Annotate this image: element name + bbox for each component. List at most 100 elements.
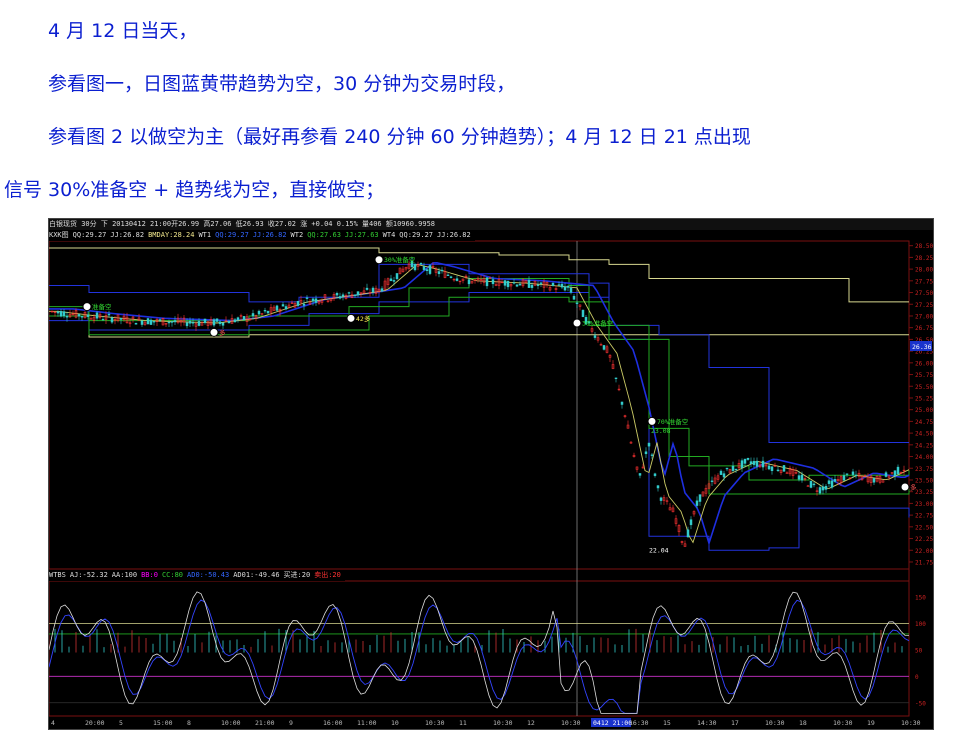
instruction-line-1: 4 月 12 日当天， <box>48 20 198 42</box>
signal-label-4: 30%准备空 <box>582 319 614 328</box>
candle-body <box>437 271 441 275</box>
legend-item: JJ:26.82 <box>437 231 471 239</box>
time-tick-label: 15 <box>663 719 671 727</box>
instruction-line-3: 参看图 2 以做空为主（最好再参看 240 分钟 60 分钟趋势）；4 月 12… <box>48 126 751 148</box>
price-tick-label: 25.25 <box>915 395 933 402</box>
candle-body <box>422 266 426 270</box>
time-tick-label: 11 <box>459 719 467 727</box>
candle-body <box>530 284 534 288</box>
blue-upper-band <box>49 263 909 443</box>
legend-item: KXK图 <box>49 231 69 239</box>
legend-item: AD0:-50.43 <box>187 571 230 579</box>
candle-body <box>812 483 816 486</box>
candle-body <box>800 474 804 481</box>
candle-body <box>551 283 555 287</box>
price-tick-label: 23.25 <box>915 489 933 496</box>
candle-body <box>647 442 651 447</box>
candle-body <box>722 473 726 478</box>
candle-body <box>203 318 207 323</box>
legend-item: WT4 <box>382 231 396 239</box>
candle-body <box>275 305 279 311</box>
time-tick-label: 10:30 <box>765 719 785 727</box>
price-tick-label: 28.50 <box>915 243 933 250</box>
candle-body <box>167 321 171 324</box>
candle-body <box>62 311 66 317</box>
candle-body <box>575 302 579 304</box>
candle-body <box>440 269 444 272</box>
time-tick-label: 15:00 <box>153 719 173 727</box>
trading-chart[interactable]: 28.50 28.25 28.00 27.75 27.50 27.25 27.00 26.75… <box>48 218 934 730</box>
time-tick-label: 5 <box>119 719 123 727</box>
candle-body <box>455 278 459 281</box>
price-tick-label: 21.75 <box>915 559 933 566</box>
time-tick-label: 10:00 <box>221 719 241 727</box>
signal-label-1-marker <box>82 302 92 312</box>
candle-body <box>614 377 618 379</box>
candle-body <box>833 479 837 482</box>
candle-body <box>851 471 855 475</box>
time-tick-label: 18 <box>799 719 807 727</box>
price-tick-label: 22.00 <box>915 548 933 555</box>
legend-item: JJ:26.82 <box>110 231 145 239</box>
candle-body <box>653 473 657 476</box>
time-tick-label: 16:30 <box>629 719 649 727</box>
candle-body <box>824 485 828 490</box>
candle-body <box>689 519 693 526</box>
candle-body <box>710 480 714 482</box>
indicator-tick-label: 0 <box>915 674 919 681</box>
candle-body <box>809 480 813 488</box>
candle-body <box>896 466 900 475</box>
candle-body <box>80 316 84 318</box>
price-tick-label: 25.50 <box>915 384 933 391</box>
price-tick-label: 24.00 <box>915 454 933 461</box>
trend-line-blue <box>49 261 910 546</box>
time-tick-label: 10:30 <box>493 719 513 727</box>
legend-item: 卖出:20 <box>314 571 341 579</box>
candle-body <box>503 280 507 286</box>
candle-body <box>389 278 393 282</box>
time-tick-label: 17 <box>731 719 739 727</box>
legend-item: BB:0 <box>141 571 158 579</box>
candles <box>50 257 906 547</box>
legend-item: BMDAY:28.24 <box>148 231 195 239</box>
price-tick-label: 24.50 <box>915 431 933 438</box>
candle-body <box>827 480 831 484</box>
time-tick-label: 9 <box>289 719 293 727</box>
oscillator-white <box>49 591 910 714</box>
candle-body <box>539 282 543 284</box>
candle-body <box>380 288 384 292</box>
candle-body <box>725 467 729 470</box>
price-tick-label: 24.75 <box>915 419 933 426</box>
green-step-line-lower <box>49 296 910 495</box>
candle-body <box>755 460 759 467</box>
candle-body <box>257 310 261 315</box>
candle-body <box>770 466 774 472</box>
indicator-tick-label: 50 <box>915 647 923 654</box>
legend-item: WT1 <box>198 231 212 239</box>
candle-body <box>644 451 648 455</box>
candle-body <box>335 293 339 296</box>
time-tick-label: 10:30 <box>561 719 581 727</box>
candle-body <box>506 280 510 288</box>
candle-body <box>347 292 351 294</box>
chart-canvas[interactable]: 28.50 28.25 28.00 27.75 27.50 27.25 27.00 26.75… <box>49 219 933 729</box>
time-tick-label: 4 <box>51 719 55 727</box>
time-tick-label: 14:30 <box>697 719 717 727</box>
candle-body <box>743 458 747 464</box>
price-tick-label: 22.75 <box>915 513 933 520</box>
candle-body <box>884 472 888 477</box>
signal-label-3-marker <box>346 313 356 323</box>
time-tick-label: 10 <box>391 719 399 727</box>
signal-label-3: 42多 <box>356 314 371 323</box>
legend-item: QQ:29.27 <box>215 231 249 239</box>
candle-body <box>152 321 156 323</box>
candle-body <box>212 319 216 326</box>
signal-label-2: 30%准备空 <box>384 255 416 264</box>
candle-body <box>233 319 237 323</box>
candle-body <box>188 320 192 324</box>
candle-body <box>872 478 876 483</box>
candle-body <box>77 314 81 317</box>
candle-body <box>797 475 801 480</box>
candle-body <box>56 311 60 314</box>
time-tick-label: 11:00 <box>357 719 377 727</box>
